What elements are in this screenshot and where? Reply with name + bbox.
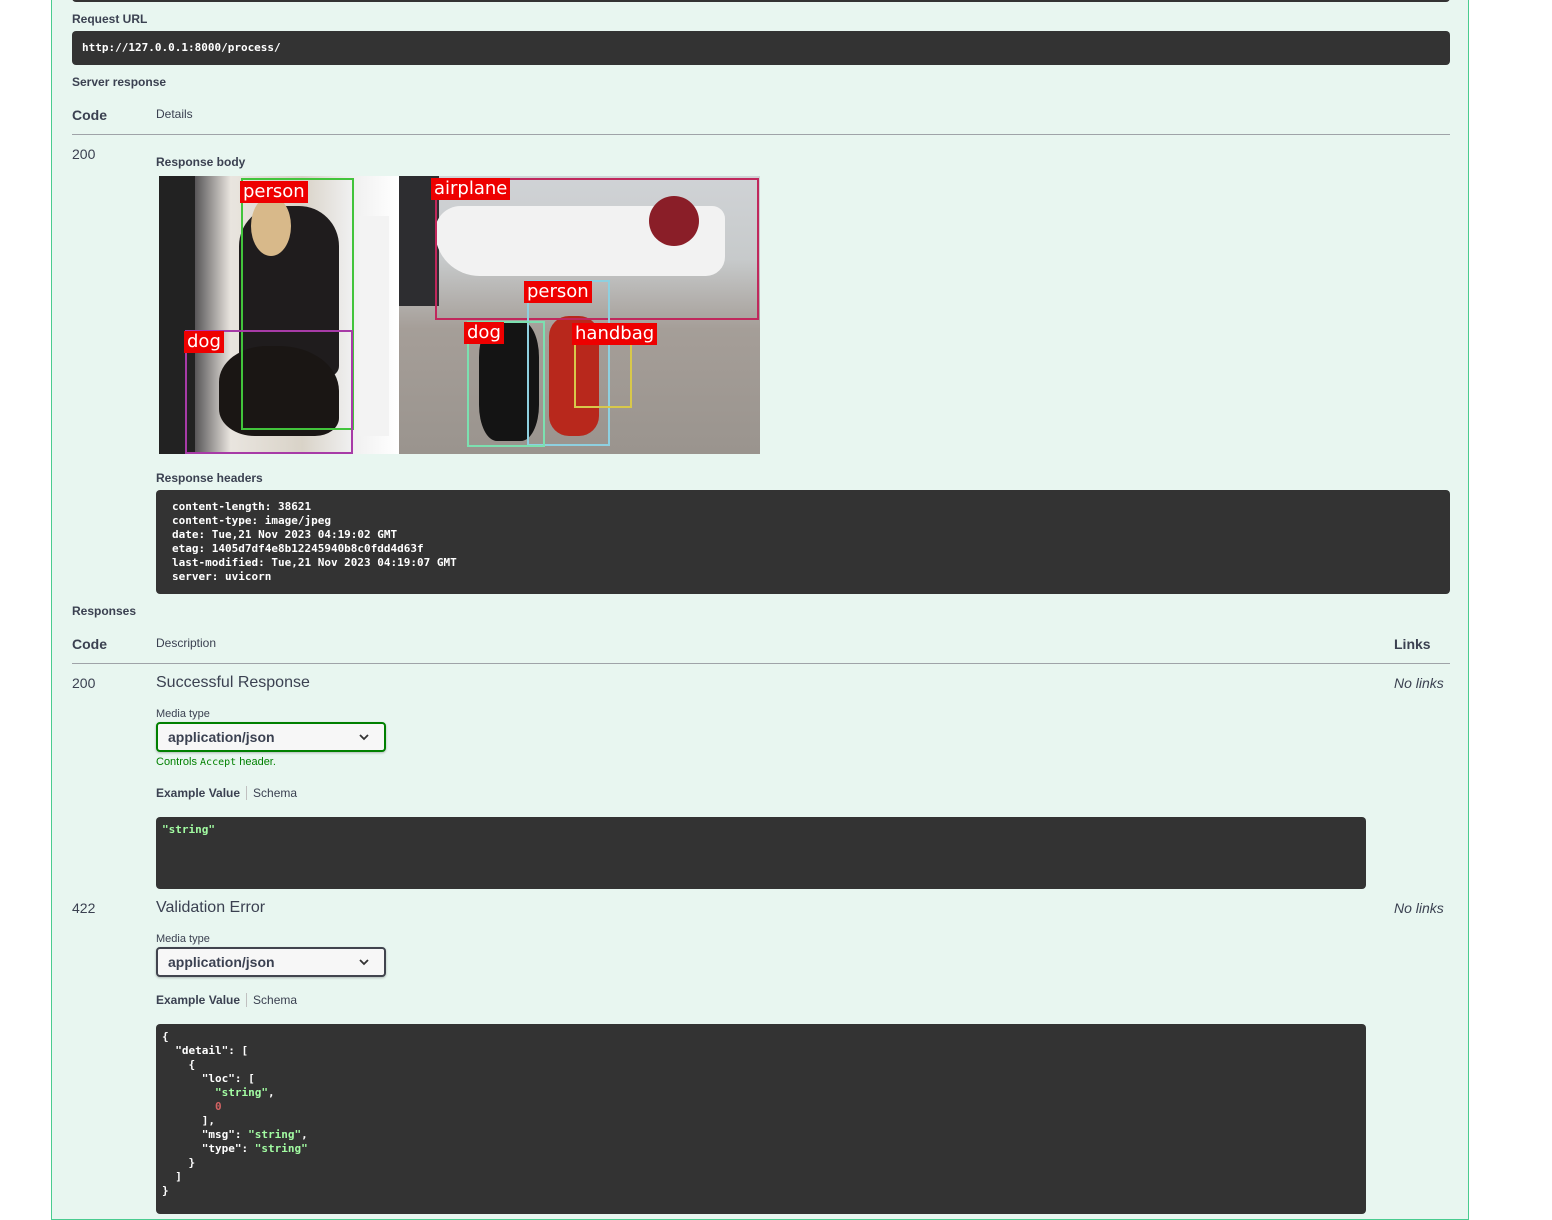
server-response-divider (72, 134, 1450, 135)
response-200-example-text: "string" (162, 823, 215, 836)
json-line: "type": "string" (162, 1142, 308, 1155)
response-header-line: content-length: 38621 (172, 500, 312, 513)
response-200-example-box: "string" (156, 817, 1366, 889)
response-200-example-tabs: Example Value Schema (156, 786, 297, 800)
request-url-box: http://127.0.0.1:8000/process/ (72, 31, 1450, 65)
tab-schema[interactable]: Schema (253, 786, 297, 800)
response-headers-box: content-length: 38621 content-type: imag… (156, 490, 1450, 594)
execute-bar (72, 0, 1450, 2)
responses-label: Responses (72, 604, 137, 618)
json-line: { (162, 1058, 196, 1071)
bbox-label-dog-1: dog (184, 331, 224, 353)
response-422-description: Validation Error (156, 899, 266, 916)
json-line: "detail": [ (162, 1044, 249, 1057)
server-response-code-header: Code (72, 107, 107, 123)
request-url-label: Request URL (72, 12, 148, 26)
response-headers-label: Response headers (156, 471, 263, 485)
json-line: ], (162, 1114, 215, 1127)
response-200-code: 200 (72, 675, 96, 691)
response-200-media-type-select[interactable]: application/json (156, 722, 386, 752)
server-response-status-code: 200 (72, 146, 96, 162)
response-header-line: server: uvicorn (172, 570, 272, 583)
tab-schema[interactable]: Schema (253, 993, 297, 1007)
response-header-line: date: Tue,21 Nov 2023 04:19:02 GMT (172, 528, 398, 541)
chevron-down-icon (359, 959, 369, 966)
bbox-label-airplane: airplane (431, 178, 511, 200)
response-422-media-type-value: application/json (168, 954, 275, 970)
response-200-links: No links (1394, 675, 1444, 691)
server-response-details-header: Details (156, 107, 193, 121)
server-response-label: Server response (72, 75, 167, 89)
responses-code-header: Code (72, 636, 107, 652)
json-line: } (162, 1184, 169, 1197)
chevron-down-icon (359, 734, 369, 741)
responses-divider (72, 663, 1450, 664)
bbox-label-person-1: person (240, 181, 308, 203)
bbox-label-handbag: handbag (572, 323, 658, 345)
json-line: } (162, 1156, 196, 1169)
tab-separator (246, 786, 248, 800)
tab-separator (246, 993, 248, 1007)
response-body-image: person dog airplane person dog handbag (159, 176, 760, 454)
response-422-example-box: { "detail": [ { "loc": [ "string", 0 ], … (156, 1024, 1366, 1214)
response-header-line: last-modified: Tue,21 Nov 2023 04:19:07 … (172, 556, 457, 569)
responses-description-header: Description (156, 636, 217, 650)
bbox-label-dog-2: dog (464, 322, 504, 344)
response-200-media-type-value: application/json (168, 729, 275, 745)
request-url-value: http://127.0.0.1:8000/process/ (82, 41, 281, 54)
response-header-line: etag: 1405d7df4e8b12245940b8c0fdd4d63f (172, 542, 424, 555)
json-line: "string", (214, 1086, 275, 1099)
tab-example-value[interactable]: Example Value (156, 993, 240, 1007)
bbox-label-person-2: person (524, 281, 592, 303)
response-422-code: 422 (72, 900, 96, 916)
response-422-links: No links (1394, 900, 1444, 916)
response-200-controls-note: Controls Accept header. (156, 756, 276, 768)
response-422-media-type-select[interactable]: application/json (156, 947, 386, 977)
json-line: "msg": "string", (162, 1128, 308, 1141)
responses-links-header: Links (1394, 636, 1431, 652)
json-line: 0 (214, 1100, 222, 1113)
response-422-example-tabs: Example Value Schema (156, 993, 297, 1007)
json-line: { (162, 1030, 169, 1043)
json-line: ] (162, 1170, 182, 1183)
response-200-media-type-label: Media type (156, 708, 210, 720)
response-body-label: Response body (156, 155, 246, 169)
response-header-line: content-type: image/jpeg (172, 514, 331, 527)
response-200-description: Successful Response (156, 674, 310, 691)
tab-example-value[interactable]: Example Value (156, 786, 240, 800)
response-422-media-type-label: Media type (156, 933, 210, 945)
json-line: "loc": [ (162, 1072, 255, 1085)
